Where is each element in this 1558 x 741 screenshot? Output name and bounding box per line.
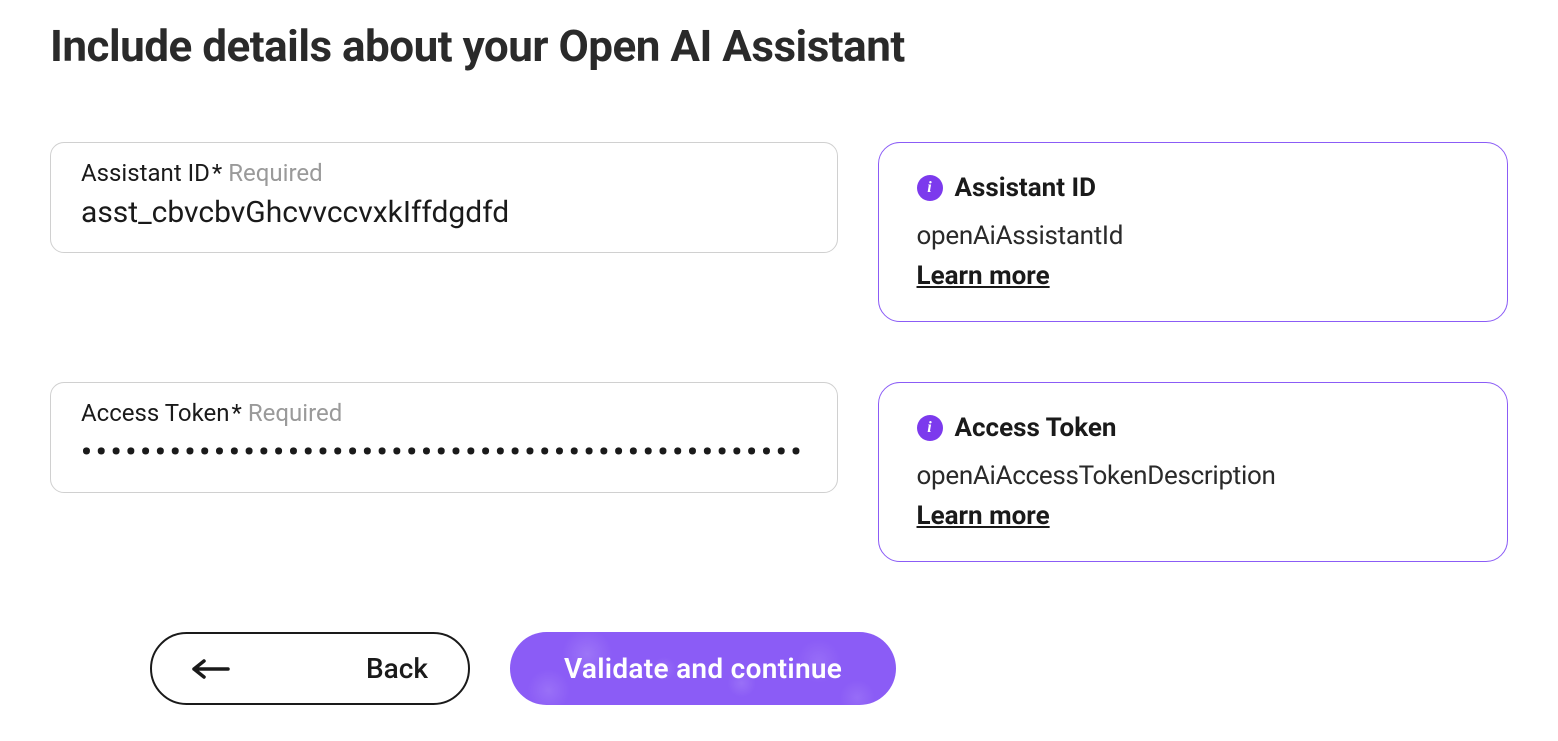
info-icon: i xyxy=(917,415,943,441)
access-token-row: Access Token* Required i Access Token op… xyxy=(50,382,1508,562)
info-icon: i xyxy=(917,175,943,201)
button-row: Back Validate and continue xyxy=(150,632,1508,705)
assistant-id-input[interactable] xyxy=(81,195,807,230)
page-title: Include details about your Open AI Assis… xyxy=(50,20,1508,72)
access-token-info-card: i Access Token openAiAccessTokenDescript… xyxy=(878,382,1508,562)
assistant-id-input-wrapper: Assistant ID* Required xyxy=(50,142,838,253)
access-token-info-description: openAiAccessTokenDescription xyxy=(917,461,1469,491)
access-token-required: Required xyxy=(248,399,342,427)
arrow-left-icon xyxy=(192,659,230,679)
assistant-id-info-description: openAiAssistantId xyxy=(917,221,1469,251)
access-token-asterisk: * xyxy=(232,399,242,427)
assistant-id-label-row: Assistant ID* Required xyxy=(81,159,807,187)
access-token-input[interactable] xyxy=(81,435,807,470)
assistant-id-asterisk: * xyxy=(212,159,222,187)
assistant-id-info-header: i Assistant ID xyxy=(917,173,1469,203)
access-token-info-title: Access Token xyxy=(955,413,1117,443)
validate-continue-button[interactable]: Validate and continue xyxy=(510,632,896,705)
access-token-label: Access Token xyxy=(81,399,230,427)
assistant-id-required: Required xyxy=(228,159,322,187)
assistant-id-row: Assistant ID* Required i Assistant ID op… xyxy=(50,142,1508,322)
access-token-label-row: Access Token* Required xyxy=(81,399,807,427)
back-button[interactable]: Back xyxy=(150,632,470,705)
assistant-id-label: Assistant ID xyxy=(81,159,210,187)
assistant-id-learn-more-link[interactable]: Learn more xyxy=(917,261,1050,291)
access-token-info-header: i Access Token xyxy=(917,413,1469,443)
assistant-id-info-title: Assistant ID xyxy=(955,173,1096,203)
back-button-label: Back xyxy=(366,652,428,685)
access-token-learn-more-link[interactable]: Learn more xyxy=(917,501,1050,531)
access-token-input-wrapper: Access Token* Required xyxy=(50,382,838,493)
assistant-id-info-card: i Assistant ID openAiAssistantId Learn m… xyxy=(878,142,1508,322)
